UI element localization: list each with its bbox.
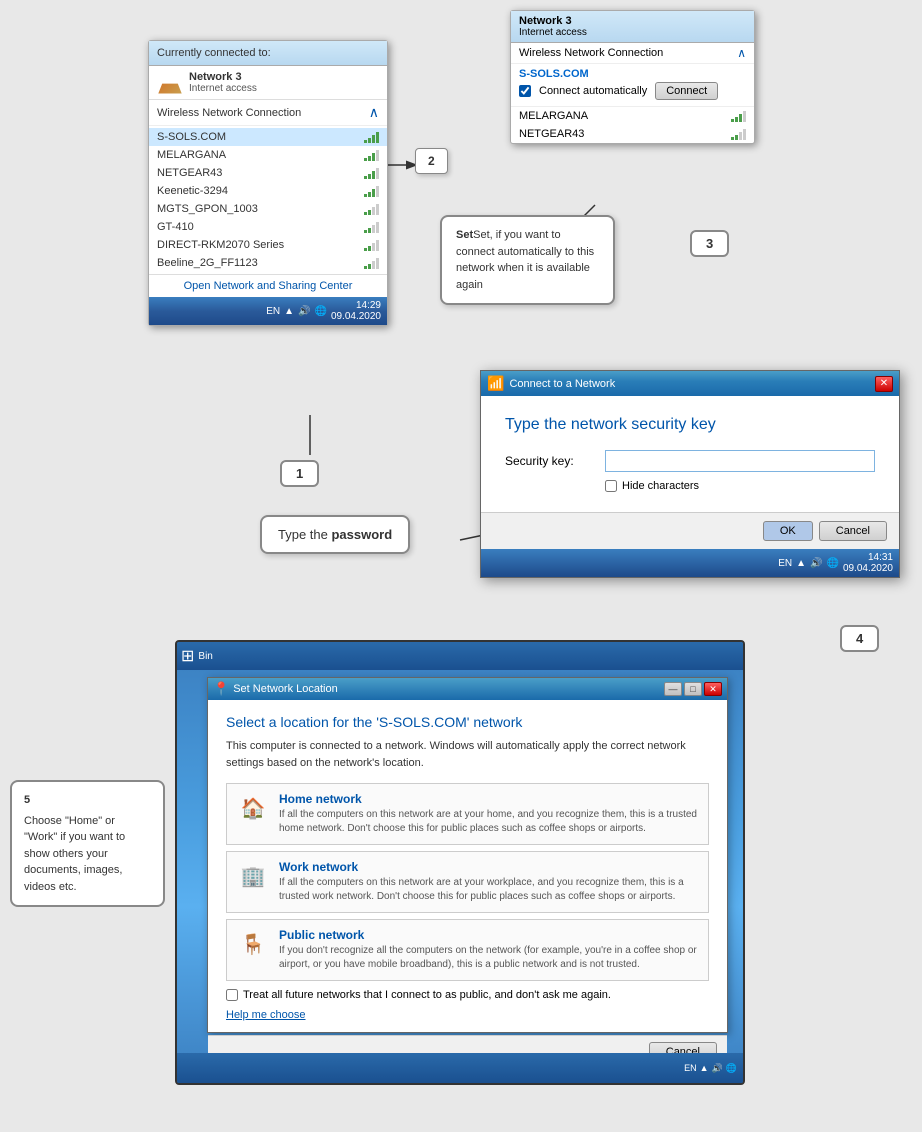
step5-heading: Select a location for the 'S-SOLS.COM' n… [226,714,709,730]
network-taskbar-icon: 🌐 [314,306,326,317]
home-network-option[interactable]: 🏠 Home network If all the computers on t… [226,783,709,845]
step5-titlebar: 📍 Set Network Location — □ ✕ [208,678,727,700]
cancel-button[interactable]: Cancel [819,521,887,541]
hide-characters-row: Hide characters [605,480,875,492]
hide-characters-checkbox[interactable] [605,480,617,492]
step3-melargana-item[interactable]: MELARGANA [511,107,754,125]
security-key-input[interactable] [605,450,875,472]
dialog-close-button[interactable]: ✕ [875,376,893,392]
signal-icon [364,221,379,233]
step5-callout: 5 Choose "Home" or "Work" if you want to… [10,780,165,907]
list-item[interactable]: MGTS_GPON_1003 [149,200,387,218]
list-item[interactable]: Beeline_2G_FF1123 [149,254,387,272]
signal-icon [364,239,379,251]
open-network-center-link[interactable]: Open Network and Sharing Center [184,280,353,292]
signal-icon [731,128,746,140]
step1-header: Currently connected to: [149,41,387,66]
step3-callout-bubble: SetSet, if you want to connect automatic… [440,215,615,305]
step1-taskbar: EN ▲ 🔊 🌐 14:29 09.04.2020 [149,297,387,325]
signal-icon [731,110,746,122]
step4-label: 4 [840,625,879,652]
location-icon: 📍 [213,681,229,697]
step5-taskbar-bottom: EN ▲ 🔊 🌐 [177,1053,743,1083]
list-item[interactable]: S-SOLS.COM [149,128,387,146]
minimize-button[interactable]: — [664,682,682,696]
speaker-icon: 🔊 [298,306,310,317]
connect-button[interactable]: Connect [655,82,718,100]
step3-header: Network 3 Internet access [511,11,754,43]
maximize-button[interactable]: □ [684,682,702,696]
step1-wifi-section: Wireless Network Connection ∧ [149,100,387,126]
list-item[interactable]: NETGEAR43 [149,164,387,182]
wifi-expand-icon: ∧ [737,46,746,60]
taskbar-lang: EN [684,1063,697,1073]
work-network-option[interactable]: 🏢 Work network If all the computers on t… [226,851,709,913]
signal-icon [364,257,379,269]
help-me-choose-link[interactable]: Help me choose [226,1009,306,1021]
step5-desc: This computer is connected to a network.… [226,738,709,771]
step5-desktop: ⊞ Bin 📍 Set Network Location — □ ✕ Selec… [175,640,745,1085]
dialog-titlebar: 📶 Connect to a Network ✕ [481,371,899,396]
signal-icon [364,203,379,215]
signal-icon [364,167,379,179]
list-item[interactable]: DIRECT-RKM2070 Series [149,236,387,254]
dialog-footer: OK Cancel [481,512,899,549]
network-dialog-icon: 📶 [487,375,504,392]
ok-button[interactable]: OK [763,521,813,541]
close-button[interactable]: ✕ [704,682,722,696]
window-controls: — □ ✕ [664,682,722,696]
wifi-expand-icon[interactable]: ∧ [369,104,379,121]
connect-auto-checkbox[interactable] [519,85,531,97]
work-network-icon: 🏢 [237,860,269,892]
security-key-label: Security key: [505,454,605,468]
taskbar-start-icon: ⊞ [181,646,194,666]
step3-label: 3 [690,230,729,257]
step1-connected-network: Network 3 Internet access [149,66,387,100]
step1-label: 1 [280,460,319,487]
public-network-option[interactable]: 🪑 Public network If you don't recognize … [226,919,709,981]
step5-body: Select a location for the 'S-SOLS.COM' n… [208,700,727,1035]
up-arrow-icon: ▲ [284,306,294,317]
step1-footer: Open Network and Sharing Center [149,274,387,297]
step3-connect-row: Connect automatically Connect [519,80,746,102]
step1-network-panel: Currently connected to: Network 3 Intern… [148,40,388,326]
dialog-heading: Type the network security key [505,416,875,434]
step3-network3-label: Network 3 Internet access [519,15,587,38]
step5-taskbar-top: ⊞ Bin [177,642,743,670]
security-key-row: Security key: [505,450,875,472]
signal-icon [364,131,379,143]
list-item[interactable]: Keenetic-3294 [149,182,387,200]
step3-ssols-item: S-SOLS.COM Connect automatically Connect [511,64,754,107]
time-display2: 14:31 09.04.2020 [843,552,893,574]
taskbar-up-icon: ▲ [700,1063,709,1073]
step1-wifi-list: S-SOLS.COM MELARGANA NETGEAR43 [149,126,387,274]
type-password-bold: password [331,527,392,542]
taskbar-speaker-icon: 🔊 [712,1063,723,1074]
type-password-callout: Type the password [260,515,410,554]
step5-window: 📍 Set Network Location — □ ✕ Select a lo… [207,677,728,1033]
public-network-icon: 🪑 [237,928,269,960]
time-display: 14:29 09.04.2020 [331,300,381,322]
list-item[interactable]: MELARGANA [149,146,387,164]
step2-callout: 2 [415,148,448,174]
treat-public-checkbox[interactable] [226,989,238,1001]
set-bold: Set [456,229,473,241]
signal-icon [364,185,379,197]
speaker-icon: 🔊 [810,558,822,569]
step3-wifi-section: Wireless Network Connection ∧ [511,43,754,64]
step3-other-item[interactable]: NETGEAR43 [511,125,754,143]
step4-taskbar: EN ▲ 🔊 🌐 14:31 09.04.2020 [481,549,899,577]
dialog-body: Type the network security key Security k… [481,396,899,512]
up-arrow-icon: ▲ [796,558,806,569]
step4-dialog: 📶 Connect to a Network ✕ Type the networ… [480,370,900,578]
type-password-text-before: Type the [278,527,331,542]
network-taskbar-icon2: 🌐 [826,558,838,569]
step3-network-panel: Network 3 Internet access Wireless Netwo… [510,10,755,144]
list-item[interactable]: GT-410 [149,218,387,236]
taskbar-wifi-icon: 🌐 [726,1063,737,1074]
step5-checkbox-row: Treat all future networks that I connect… [226,989,709,1001]
home-network-icon: 🏠 [237,792,269,824]
signal-icon [364,149,379,161]
